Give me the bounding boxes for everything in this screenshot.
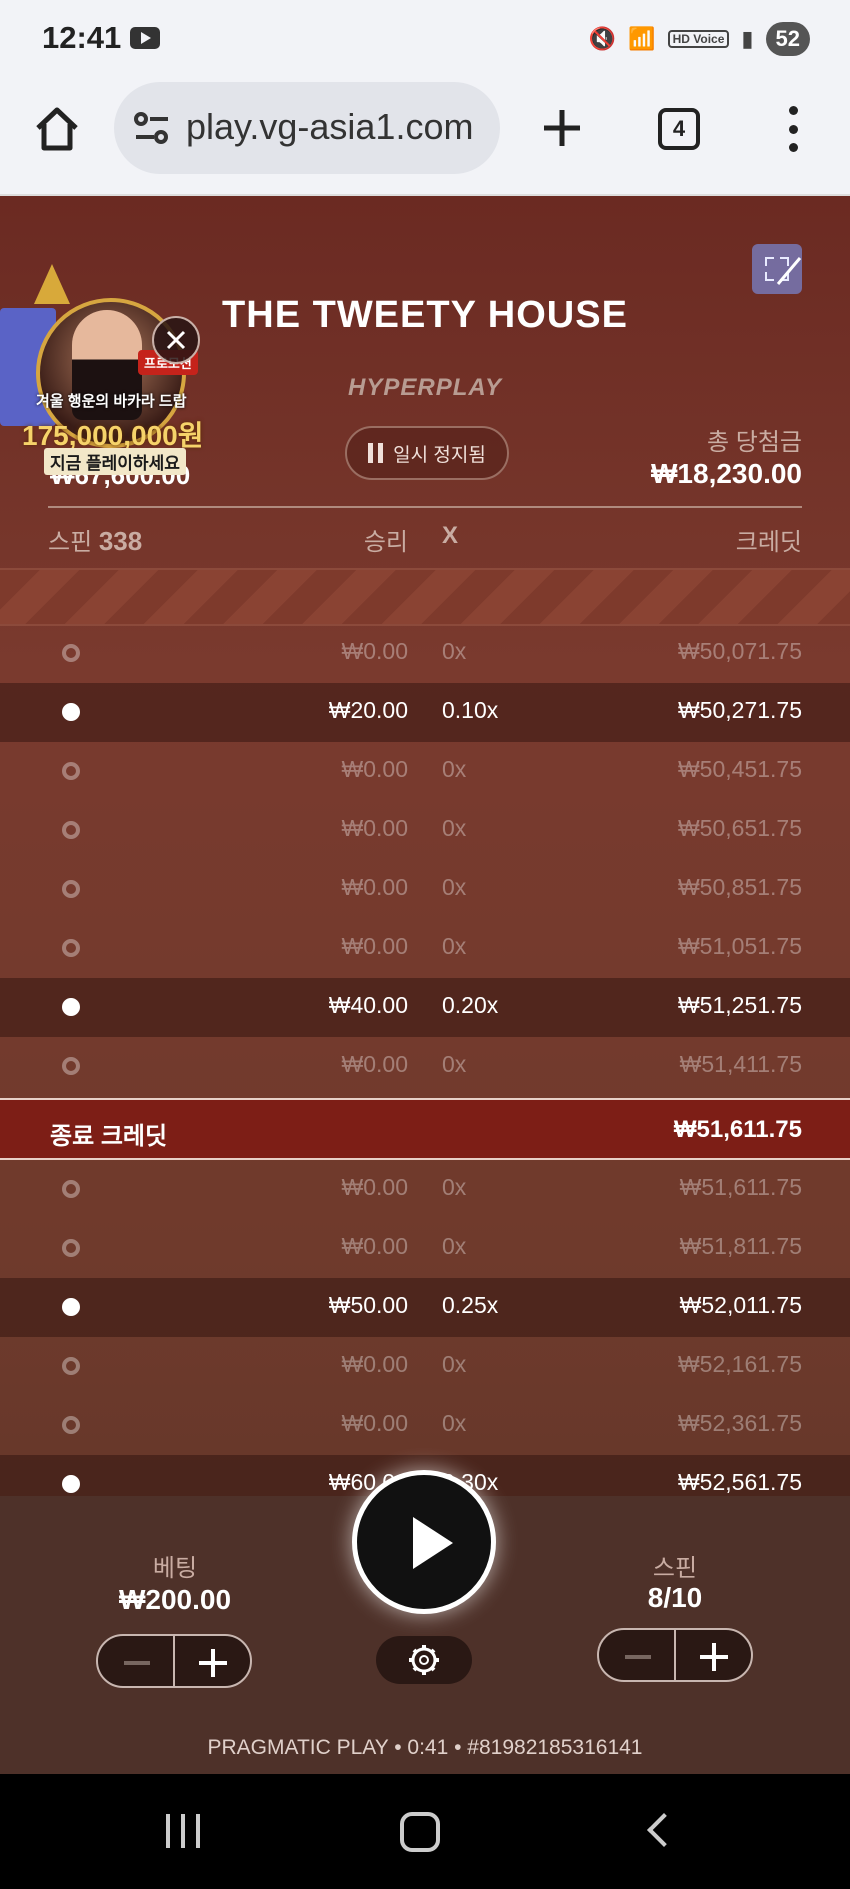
status-time: 12:41 <box>42 20 122 55</box>
table-row: ₩0.00 0x ₩50,851.75 <box>0 860 850 919</box>
more-menu-icon[interactable] <box>785 106 801 152</box>
spin-value: 8/10 <box>647 1582 703 1613</box>
browser-toolbar: play.vg-asia1.com 4 <box>0 78 850 196</box>
battery-icon: 52 <box>765 22 810 56</box>
crown-icon <box>34 264 70 304</box>
result-dot-icon <box>62 1475 80 1493</box>
game-footer-info: PRAGMATIC PLAY • 0:41 • #81982185316141 <box>207 1736 643 1759</box>
result-dot-icon <box>62 1239 80 1257</box>
wifi-icon: 📶 <box>628 26 656 51</box>
result-dot-icon <box>62 939 80 957</box>
bet-decrease-button[interactable] <box>98 1636 175 1686</box>
fullscreen-icon[interactable] <box>752 244 802 294</box>
table-row: ₩0.00 0x ₩50,651.75 <box>0 801 850 860</box>
site-settings-icon[interactable] <box>132 110 172 146</box>
spin-count: 338 <box>98 526 143 556</box>
bet-increase-button[interactable] <box>175 1636 250 1686</box>
spin-decrease-button[interactable] <box>599 1630 676 1680</box>
table-row: ₩0.00 0x ₩51,611.75 <box>0 1160 850 1219</box>
spin-label: 스핀 <box>652 1555 698 1582</box>
spin-header: 스핀 338 <box>48 526 143 556</box>
close-icon[interactable] <box>152 316 200 364</box>
table-row: ₩0.00 0x ₩52,161.75 <box>0 1337 850 1396</box>
credit-header: 크레딧 <box>735 529 802 556</box>
total-win-value: ₩18,230.00 <box>651 458 802 489</box>
pause-icon <box>368 443 384 463</box>
bet-value: ₩200.00 <box>118 1584 232 1615</box>
bottom-controls: 베팅 ₩200.00 스핀 8/10 PRAGMATIC PLAY • 0:41… <box>0 1470 850 1774</box>
result-dot-icon <box>62 821 80 839</box>
settings-button[interactable] <box>376 1636 472 1684</box>
result-dot-icon <box>62 998 80 1016</box>
table-row: ₩0.00 0x ₩50,451.75 <box>0 742 850 801</box>
total-win-label: 총 당첨금 <box>707 429 802 456</box>
bet-label: 베팅 <box>152 1555 198 1582</box>
home-nav-icon[interactable] <box>400 1812 440 1852</box>
result-dot-icon <box>62 1416 80 1434</box>
spin-play-button[interactable] <box>352 1470 496 1614</box>
result-dot-icon <box>62 644 80 662</box>
x-header: X <box>442 522 459 549</box>
table-row: ₩40.00 0.20x ₩51,251.75 <box>0 978 850 1037</box>
back-icon[interactable] <box>647 1813 681 1847</box>
spin-increase-button[interactable] <box>676 1630 751 1680</box>
table-row: ₩0.00 0x ₩50,071.75 <box>0 624 850 683</box>
table-row: ₩0.00 0x ₩51,411.75 <box>0 1037 850 1096</box>
promo-cta: 지금 플레이하세요 <box>44 448 186 475</box>
spin-stepper <box>597 1628 753 1682</box>
mute-icon: 🔇 <box>588 26 617 51</box>
result-dot-icon <box>62 1298 80 1316</box>
tab-switcher-button[interactable]: 4 <box>658 108 700 150</box>
new-tab-icon[interactable] <box>540 106 584 150</box>
status-bar: 12:41 🔇 📶 HD Voice ▮ 52 <box>0 0 850 78</box>
table-row: ₩20.00 0.10x ₩50,271.75 <box>0 683 850 742</box>
end-credit-label: 종료 크레딧 <box>50 1123 168 1150</box>
win-header: 승리 <box>363 529 408 556</box>
signal-icon: ▮ <box>741 26 754 51</box>
result-dot-icon <box>62 1180 80 1198</box>
table-row: ₩0.00 0x ₩51,051.75 <box>0 919 850 978</box>
table-row: ₩0.00 0x ₩51,811.75 <box>0 1219 850 1278</box>
result-dot-icon <box>62 880 80 898</box>
status-icons: 🔇 📶 HD Voice ▮ 52 <box>589 22 810 56</box>
pause-label: 일시 정지됨 <box>393 444 486 466</box>
result-dot-icon <box>62 703 80 721</box>
spin-progress-band <box>0 568 850 626</box>
promotion-banner[interactable]: 프로모션 겨울 행운의 바카라 드랍 175,000,000원 지금 플레이하세… <box>0 258 210 475</box>
recent-apps-icon[interactable] <box>166 1814 200 1848</box>
url-text[interactable]: play.vg-asia1.com <box>186 106 473 148</box>
navigation-bar <box>0 1774 850 1889</box>
result-dot-icon <box>62 1057 80 1075</box>
table-row: ₩0.00 0x ₩52,361.75 <box>0 1396 850 1455</box>
hd-voice-icon: HD Voice <box>667 30 730 48</box>
address-bar[interactable]: play.vg-asia1.com <box>114 82 500 174</box>
end-credit-row: 종료 크레딧 ₩51,611.75 <box>0 1098 850 1160</box>
pause-button[interactable]: 일시 정지됨 <box>345 426 509 480</box>
table-row: ₩50.00 0.25x ₩52,011.75 <box>0 1278 850 1337</box>
divider <box>48 506 802 508</box>
bet-stepper <box>96 1634 252 1688</box>
youtube-icon <box>130 27 160 49</box>
promo-headline: 겨울 행운의 바카라 드랍 <box>36 393 187 410</box>
end-credit-value: ₩51,611.75 <box>673 1116 802 1143</box>
gear-icon <box>409 1645 439 1675</box>
result-dot-icon <box>62 1357 80 1375</box>
home-icon[interactable] <box>32 104 82 154</box>
result-dot-icon <box>62 762 80 780</box>
